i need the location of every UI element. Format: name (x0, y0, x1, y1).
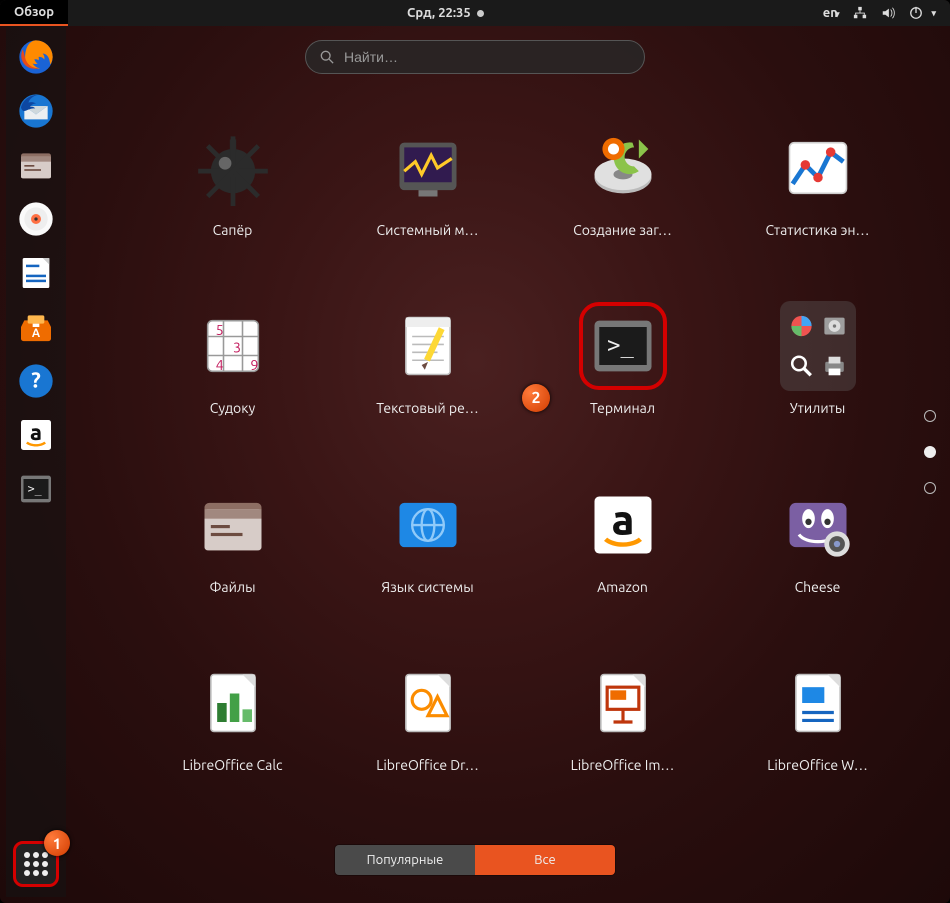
page-dot-1[interactable] (924, 410, 936, 422)
tab-frequent[interactable]: Популярные (335, 845, 475, 875)
applications-grid: Сапёр Системный м… Создание заг… Статист… (140, 110, 910, 813)
app-power-statistics[interactable]: Статистика эн… (725, 110, 910, 278)
app-libreoffice-calc[interactable]: LibreOffice Calc (140, 645, 325, 813)
app-label: Текстовый ре… (376, 400, 478, 416)
dock-amazon[interactable] (13, 412, 59, 458)
notification-dot-icon (477, 10, 484, 17)
keyboard-layout-indicator[interactable]: en ▾ (823, 6, 840, 20)
dock-firefox[interactable] (13, 34, 59, 80)
activities-button[interactable]: Обзор (0, 0, 68, 26)
app-libreoffice-impress[interactable]: LibreOffice Im… (530, 645, 715, 813)
app-libreoffice-writer[interactable]: LibreOffice W… (725, 645, 910, 813)
app-folder-utilities[interactable]: Утилиты (725, 288, 910, 456)
dock-thunderbird[interactable] (13, 88, 59, 134)
app-label: Язык системы (381, 579, 473, 595)
search-icon (320, 50, 334, 64)
app-label: LibreOffice Im… (571, 757, 675, 773)
app-label: Сапёр (213, 222, 253, 238)
volume-icon[interactable] (881, 6, 895, 20)
app-amazon[interactable]: Amazon (530, 467, 715, 635)
app-system-monitor[interactable]: Системный м… (335, 110, 520, 278)
app-label: Cheese (795, 579, 841, 595)
show-applications-button[interactable]: 1 (13, 841, 59, 887)
page-dot-3[interactable] (924, 482, 936, 494)
desktop-screen: Обзор Срд, 22:35 en ▾ ▾ 1 (0, 0, 950, 903)
app-text-editor[interactable]: Текстовый ре… (335, 288, 520, 456)
app-label: Amazon (597, 579, 648, 595)
magnifier-icon (788, 349, 815, 383)
app-label: LibreOffice W… (767, 757, 868, 773)
clock[interactable]: Срд, 22:35 (68, 6, 823, 20)
app-label: Создание заг… (573, 222, 672, 238)
dock-software[interactable] (13, 304, 59, 350)
dock: 1 (6, 26, 66, 897)
app-language-support[interactable]: Язык системы (335, 467, 520, 635)
app-startup-disk[interactable]: Создание заг… (530, 110, 715, 278)
app-files[interactable]: Файлы (140, 467, 325, 635)
app-cheese[interactable]: Cheese (725, 467, 910, 635)
system-menu-caret-icon[interactable]: ▾ (931, 8, 936, 19)
app-sudoku[interactable]: Судоку (140, 288, 325, 456)
app-terminal[interactable]: Терминал 2 (530, 288, 715, 456)
top-bar: Обзор Срд, 22:35 en ▾ ▾ (0, 0, 950, 26)
page-dot-2[interactable] (924, 446, 936, 458)
tab-all[interactable]: Все (475, 845, 615, 875)
app-label: Файлы (209, 579, 255, 595)
power-icon[interactable] (909, 6, 923, 20)
app-label: Судоку (210, 400, 256, 416)
app-label: Утилиты (790, 400, 846, 416)
app-label: Терминал (590, 400, 655, 416)
disk-usage-icon (788, 309, 815, 343)
annotation-marker-1: 1 (44, 830, 70, 856)
network-icon[interactable] (853, 6, 867, 20)
page-indicator[interactable] (924, 410, 936, 494)
disks-icon (821, 309, 848, 343)
clock-text: Срд, 22:35 (407, 6, 471, 20)
dock-help[interactable] (13, 358, 59, 404)
dock-files[interactable] (13, 142, 59, 188)
app-label: LibreOffice Dr… (376, 757, 479, 773)
annotation-marker-2: 2 (522, 384, 550, 412)
app-label: Статистика эн… (766, 222, 870, 238)
dock-terminal[interactable] (13, 466, 59, 512)
app-libreoffice-draw[interactable]: LibreOffice Dr… (335, 645, 520, 813)
printer-icon (821, 349, 848, 383)
view-switcher: Популярные Все (335, 845, 615, 875)
app-label: Системный м… (377, 222, 479, 238)
app-label: LibreOffice Calc (182, 757, 282, 773)
dock-writer[interactable] (13, 250, 59, 296)
app-mines[interactable]: Сапёр (140, 110, 325, 278)
dock-rhythmbox[interactable] (13, 196, 59, 242)
search-field[interactable] (305, 40, 645, 74)
search-input[interactable] (344, 49, 630, 65)
